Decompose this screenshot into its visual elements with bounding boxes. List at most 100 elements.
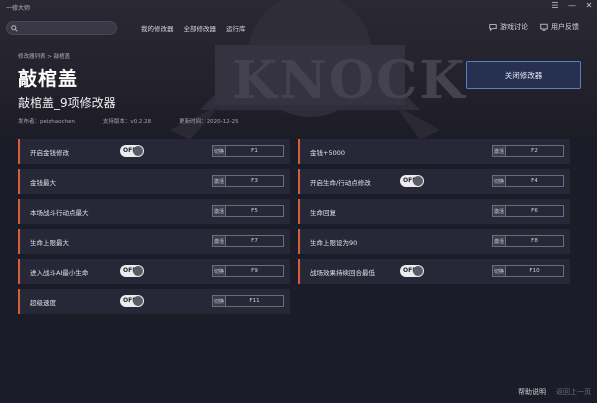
cheat-row: 开启生命/行动点修改 OFF 切换 F4 xyxy=(298,169,570,194)
back-link[interactable]: 返回上一页 xyxy=(556,387,591,397)
cheat-toggle[interactable]: OFF xyxy=(120,265,144,277)
toggle-knob xyxy=(133,296,143,306)
cheat-toggle[interactable]: OFF xyxy=(120,145,144,157)
game-discussion-link[interactable]: 游戏讨论 xyxy=(489,22,528,32)
hotkey-control: 切换 F1 xyxy=(212,145,284,157)
hotkey-control: 切换 F4 xyxy=(492,175,564,187)
hotkey-control: 切换 F11 xyxy=(212,295,284,307)
feedback-icon xyxy=(540,23,548,31)
cheat-name: 生命回复 xyxy=(310,209,336,217)
cheat-name: 本场战斗行动点最大 xyxy=(30,209,89,217)
hotkey-field[interactable]: F7 xyxy=(226,235,284,247)
cheat-row: 生命上限设为90 激活 F8 xyxy=(298,229,570,254)
cheat-name: 生命上限最大 xyxy=(30,239,69,247)
hotkey-field[interactable]: F8 xyxy=(506,235,564,247)
user-feedback-link[interactable]: 用户反馈 xyxy=(540,22,579,32)
cheat-name: 开启金钱修改 xyxy=(30,149,69,157)
hotkey-control: 激活 F2 xyxy=(492,145,564,157)
cheat-name: 开启生命/行动点修改 xyxy=(310,179,371,187)
nav-bar: 我的修改器 全部修改器 运行库 游戏讨论 用户反馈 xyxy=(0,17,597,39)
trainer-subtitle: 敲棺盖_9项修改器 xyxy=(18,96,116,110)
cheat-row: 金钱+5000 激活 F2 xyxy=(298,139,570,164)
cheat-row: 本场战斗行动点最大 激活 F5 xyxy=(18,199,290,224)
cheat-row: 超级速度 OFF 切换 F11 xyxy=(18,289,290,314)
page-title: 敲棺盖 xyxy=(18,68,79,90)
hotkey-action-label: 激活 xyxy=(212,235,226,247)
cheat-name: 战场效果持续回合最低 xyxy=(310,269,375,277)
search-icon xyxy=(11,25,18,32)
toggle-knob xyxy=(133,146,143,156)
toggle-knob xyxy=(133,266,143,276)
cheat-row: 战场效果持续回合最低 OFF 切换 F10 xyxy=(298,259,570,284)
hotkey-field[interactable]: F3 xyxy=(226,175,284,187)
nav-my-trainers[interactable]: 我的修改器 xyxy=(141,23,174,33)
menu-icon[interactable]: ☰ xyxy=(551,2,559,10)
hotkey-control: 激活 F5 xyxy=(212,205,284,217)
cheat-row: 开启金钱修改 OFF 切换 F1 xyxy=(18,139,290,164)
version-value: v0.2.28 xyxy=(130,119,152,125)
hotkey-action-label: 激活 xyxy=(492,145,506,157)
game-discussion-label: 游戏讨论 xyxy=(500,23,528,31)
hotkey-action-label: 切换 xyxy=(212,145,226,157)
hotkey-field[interactable]: F4 xyxy=(506,175,564,187)
hotkey-field[interactable]: F11 xyxy=(226,295,284,307)
cheat-row: 金钱最大 激活 F3 xyxy=(18,169,290,194)
hotkey-action-label: 切换 xyxy=(212,265,226,277)
cheat-name: 金钱+5000 xyxy=(310,149,345,157)
hotkey-control: 切换 F10 xyxy=(492,265,564,277)
search-input[interactable] xyxy=(21,23,113,33)
window-controls: ☰ — ✕ xyxy=(551,2,593,10)
cheat-name: 超级速度 xyxy=(30,299,56,307)
version-label: 支持版本： xyxy=(102,119,131,125)
hotkey-control: 激活 F8 xyxy=(492,235,564,247)
svg-text:KNOCK: KNOCK xyxy=(232,50,467,111)
hotkey-action-label: 激活 xyxy=(492,205,506,217)
trainer-meta: 发布者：peizhaochen 支持版本：v0.2.28 更新时间：2020-1… xyxy=(18,117,267,125)
hotkey-action-label: 激活 xyxy=(212,205,226,217)
cheat-name: 生命上限设为90 xyxy=(310,239,358,247)
cheat-row: 生命回复 激活 F6 xyxy=(298,199,570,224)
cheat-name: 进入战斗AI最小生命 xyxy=(30,269,89,277)
nav-right: 游戏讨论 用户反馈 xyxy=(489,22,579,32)
user-feedback-label: 用户反馈 xyxy=(551,23,579,31)
hotkey-action-label: 切换 xyxy=(492,265,506,277)
help-link[interactable]: 帮助说明 xyxy=(518,387,546,397)
hotkey-control: 激活 F3 xyxy=(212,175,284,187)
hotkey-field[interactable]: F9 xyxy=(226,265,284,277)
hotkey-control: 激活 F7 xyxy=(212,235,284,247)
breadcrumb: 修改器列表 > 敲棺盖 xyxy=(18,54,71,60)
cheat-row: 生命上限最大 激活 F7 xyxy=(18,229,290,254)
toggle-knob xyxy=(413,176,423,186)
hotkey-action-label: 激活 xyxy=(212,175,226,187)
nav-links: 我的修改器 全部修改器 运行库 xyxy=(141,23,246,33)
close-icon[interactable]: ✕ xyxy=(585,2,593,10)
title-bar: 一修大师 ☰ — ✕ xyxy=(0,0,597,14)
hotkey-action-label: 切换 xyxy=(212,295,226,307)
updated-value: 2020-12-25 xyxy=(206,119,239,125)
updated-label: 更新时间： xyxy=(179,119,207,125)
footer: 帮助说明 返回上一页 xyxy=(518,387,591,397)
cheat-toggle[interactable]: OFF xyxy=(400,175,424,187)
chat-bubble-icon xyxy=(489,24,497,31)
hotkey-control: 激活 F6 xyxy=(492,205,564,217)
hotkey-field[interactable]: F6 xyxy=(506,205,564,217)
search-box[interactable] xyxy=(6,21,117,35)
hotkey-field[interactable]: F2 xyxy=(506,145,564,157)
app-title: 一修大师 xyxy=(6,5,31,12)
hotkey-control: 切换 F9 xyxy=(212,265,284,277)
publisher-value: peizhaochen xyxy=(40,119,75,125)
cheat-row: 进入战斗AI最小生命 OFF 切换 F9 xyxy=(18,259,290,284)
cheat-toggle[interactable]: OFF xyxy=(120,295,144,307)
toggle-knob xyxy=(413,266,423,276)
cheat-toggle[interactable]: OFF xyxy=(400,265,424,277)
nav-runtime-library[interactable]: 运行库 xyxy=(226,23,246,33)
cheat-name: 金钱最大 xyxy=(30,179,56,187)
close-trainer-button[interactable]: 关闭修改器 xyxy=(466,61,581,89)
hotkey-field[interactable]: F5 xyxy=(226,205,284,217)
minimize-icon[interactable]: — xyxy=(568,2,576,10)
hotkey-action-label: 切换 xyxy=(492,175,506,187)
nav-all-trainers[interactable]: 全部修改器 xyxy=(184,23,217,33)
publisher-label: 发布者： xyxy=(18,119,41,125)
hotkey-field[interactable]: F10 xyxy=(506,265,564,277)
hotkey-field[interactable]: F1 xyxy=(226,145,284,157)
